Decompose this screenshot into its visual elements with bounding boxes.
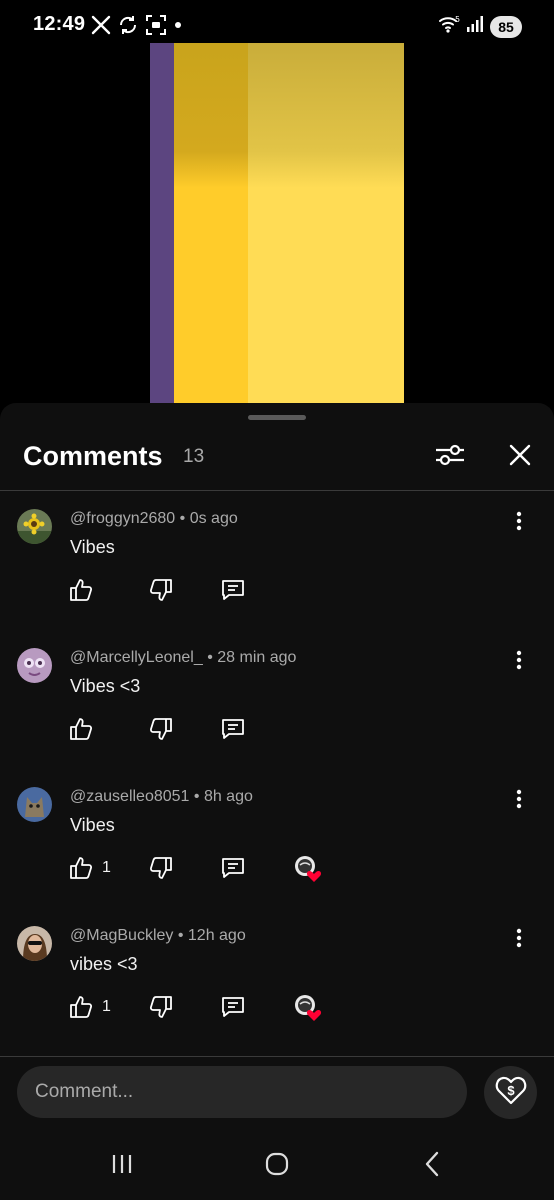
screenshot-icon — [145, 14, 167, 36]
more-vertical-icon — [516, 928, 522, 953]
video-purple-stripe — [150, 43, 174, 405]
system-icons: 5 85 — [438, 14, 522, 39]
comment-text: Vibes <3 — [70, 676, 141, 696]
dislike-button[interactable] — [148, 853, 174, 883]
comment-text: Vibes — [70, 537, 115, 557]
drag-handle[interactable] — [248, 415, 306, 420]
thumbs-up-icon — [68, 577, 94, 603]
signal-icon — [466, 15, 484, 38]
comment-author[interactable]: @MagBuckley — [70, 927, 173, 944]
super-thanks-button[interactable]: $ — [484, 1066, 537, 1119]
comment-author[interactable]: @froggyn2680 — [70, 510, 175, 527]
thumbs-down-icon — [148, 855, 174, 881]
dislike-button[interactable] — [148, 992, 174, 1022]
comments-header: Comments 13 — [0, 433, 554, 489]
comment-item: @froggyn2680 • 0s ago Vibes — [0, 509, 554, 648]
avatar[interactable] — [17, 509, 52, 544]
super-thanks-icon: $ — [495, 1075, 527, 1110]
close-icon — [508, 443, 532, 472]
recent-apps-icon — [110, 1152, 134, 1181]
comment-item: @MarcellyLeonel_ • 28 min ago Vibes <3 — [0, 648, 554, 787]
reply-button[interactable] — [220, 992, 246, 1022]
battery-icon: 85 — [490, 15, 522, 38]
avatar[interactable] — [17, 787, 52, 822]
comment-item: @zauselleo8051 • 8h ago Vibes 1 — [0, 787, 554, 926]
thumbs-down-icon — [148, 994, 174, 1020]
comment-time: 28 min ago — [217, 649, 297, 666]
comment-meta: @zauselleo8051 • 8h ago — [70, 788, 253, 805]
reply-icon — [220, 716, 246, 742]
notification-icons — [91, 14, 183, 36]
more-options-button[interactable] — [507, 787, 531, 815]
more-vertical-icon — [516, 511, 522, 536]
sync-icon — [117, 14, 139, 36]
reply-button[interactable] — [220, 575, 246, 605]
home-button[interactable] — [257, 1150, 297, 1182]
like-count: 1 — [102, 998, 111, 1015]
like-button[interactable]: 1 — [68, 992, 111, 1022]
video-player[interactable] — [0, 43, 554, 405]
comment-meta: @froggyn2680 • 0s ago — [70, 510, 238, 527]
system-nav-bar — [0, 1130, 554, 1200]
like-count: 1 — [102, 859, 111, 876]
avatar[interactable] — [17, 648, 52, 683]
reply-button[interactable] — [220, 853, 246, 883]
thumbs-up-icon — [68, 716, 94, 742]
thumbs-down-icon — [148, 577, 174, 603]
header-divider — [0, 490, 554, 491]
dot-icon — [173, 20, 183, 30]
comment-time: 0s ago — [189, 510, 238, 527]
svg-text:5: 5 — [455, 15, 460, 24]
comment-text: Vibes — [70, 815, 115, 835]
comment-item: @MagBuckley • 12h ago vibes <3 1 — [0, 926, 554, 1065]
creator-heart-badge — [293, 992, 323, 1022]
home-icon — [264, 1151, 290, 1182]
video-yellow-panel — [174, 43, 248, 405]
more-options-button[interactable] — [507, 648, 531, 676]
thumbs-up-icon — [68, 855, 94, 881]
comments-title: Comments — [23, 441, 163, 471]
like-button[interactable] — [68, 714, 94, 744]
comment-author[interactable]: @MarcellyLeonel_ — [70, 649, 203, 666]
more-vertical-icon — [516, 789, 522, 814]
comments-count: 13 — [183, 446, 205, 467]
dislike-button[interactable] — [148, 714, 174, 744]
x-logo-icon — [91, 15, 111, 35]
more-options-button[interactable] — [507, 509, 531, 537]
reply-icon — [220, 994, 246, 1020]
reply-icon — [220, 855, 246, 881]
reply-button[interactable] — [220, 714, 246, 744]
comment-time: 8h ago — [203, 788, 253, 805]
recent-apps-button[interactable] — [102, 1150, 142, 1182]
svg-text:$: $ — [507, 1083, 515, 1098]
wifi-icon: 5 — [438, 14, 460, 39]
comment-text: vibes <3 — [70, 954, 138, 974]
comment-author[interactable]: @zauselleo8051 — [70, 788, 189, 805]
comment-input[interactable]: Comment... — [17, 1066, 467, 1118]
comment-time: 12h ago — [187, 927, 246, 944]
filter-button[interactable] — [432, 439, 468, 475]
reply-icon — [220, 577, 246, 603]
video-frame — [150, 43, 404, 405]
thumbs-down-icon — [148, 716, 174, 742]
creator-heart-badge — [293, 853, 323, 883]
video-light-panel — [248, 43, 404, 405]
back-button[interactable] — [412, 1150, 452, 1182]
more-options-button[interactable] — [507, 926, 531, 954]
status-time: 12:49 — [33, 13, 86, 35]
like-button[interactable] — [68, 575, 94, 605]
more-vertical-icon — [516, 650, 522, 675]
comment-meta: @MagBuckley • 12h ago — [70, 927, 246, 944]
sliders-icon — [434, 441, 466, 474]
thumbs-up-icon — [68, 994, 94, 1020]
composer-divider — [0, 1056, 554, 1057]
avatar[interactable] — [17, 926, 52, 961]
comment-meta: @MarcellyLeonel_ • 28 min ago — [70, 649, 297, 666]
like-button[interactable]: 1 — [68, 853, 111, 883]
dislike-button[interactable] — [148, 575, 174, 605]
back-icon — [422, 1151, 442, 1182]
close-button[interactable] — [502, 439, 538, 475]
